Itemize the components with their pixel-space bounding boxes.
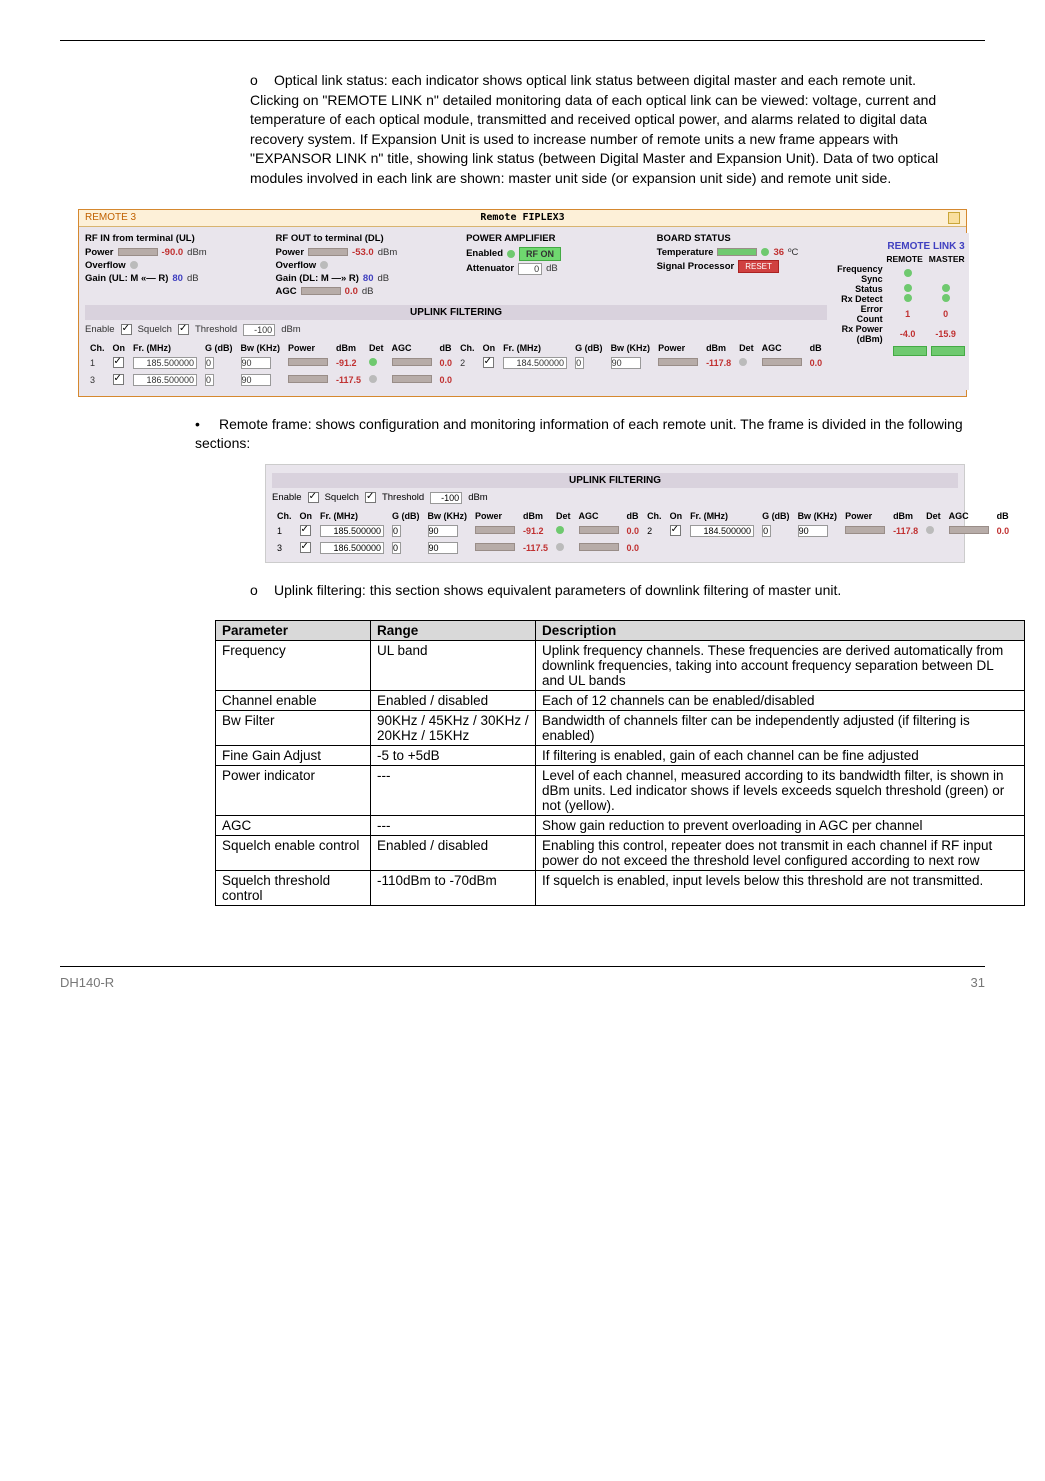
gain-input[interactable]: 0 bbox=[575, 357, 584, 369]
collapse-icon[interactable] bbox=[948, 212, 960, 224]
led-icon bbox=[739, 358, 747, 366]
table-row: 1185.500000090-91.20.0 2184.500000090-11… bbox=[274, 524, 1012, 539]
circle-bullet-icon: o bbox=[250, 71, 274, 91]
panel-titlebar: REMOTE 3 Remote FIPLEX3 bbox=[79, 210, 966, 227]
enable-checkbox[interactable] bbox=[121, 324, 132, 335]
freq-input[interactable]: 184.500000 bbox=[503, 357, 567, 369]
power-bar bbox=[308, 248, 348, 256]
channel-table: Ch.OnFr. (MHz)G (dB)Bw (KHz)PowerdBmDetA… bbox=[85, 340, 827, 390]
table-row: Squelch threshold control-110dBm to -70d… bbox=[216, 871, 1025, 906]
uplink-filtering-paragraph: oUplink filtering: this section shows eq… bbox=[250, 581, 965, 601]
on-checkbox[interactable] bbox=[483, 357, 494, 368]
uplink-mini-panel: UPLINK FILTERING Enable Squelch Threshol… bbox=[265, 464, 965, 563]
led-icon bbox=[320, 261, 328, 269]
panel-title: Remote FIPLEX3 bbox=[480, 212, 564, 223]
remote-link-panel: REMOTE LINK 3 REMOTEMASTER Frequency Syn… bbox=[833, 233, 969, 390]
freq-input[interactable]: 185.500000 bbox=[133, 357, 197, 369]
board-title: BOARD STATUS bbox=[657, 233, 828, 244]
on-checkbox[interactable] bbox=[113, 374, 124, 385]
remote-label: REMOTE 3 bbox=[85, 212, 136, 223]
table-row: 3186.500000090-117.50.0 bbox=[274, 541, 1012, 556]
led-icon bbox=[926, 526, 934, 534]
led-icon bbox=[369, 358, 377, 366]
led-icon bbox=[130, 261, 138, 269]
gain-input[interactable]: 0 bbox=[205, 374, 214, 386]
pa-title: POWER AMPLIFIER bbox=[466, 233, 637, 244]
power-bar bbox=[118, 248, 158, 256]
squelch-checkbox[interactable] bbox=[365, 492, 376, 503]
table-row: FrequencyUL bandUplink frequency channel… bbox=[216, 641, 1025, 691]
led-icon bbox=[904, 284, 912, 292]
table-row: 3186.500000090-117.50.0 bbox=[87, 373, 825, 388]
led-icon bbox=[904, 294, 912, 302]
on-checkbox[interactable] bbox=[300, 542, 311, 553]
channel-table-mini: Ch.OnFr. (MHz)G (dB)Bw (KHz)PowerdBmDetA… bbox=[272, 508, 1014, 558]
table-row: 1185.500000090-91.20.0 2184.500000090-11… bbox=[87, 356, 825, 371]
attenuator-input[interactable]: 0 bbox=[518, 263, 542, 275]
enable-checkbox[interactable] bbox=[308, 492, 319, 503]
doc-id: DH140-R bbox=[60, 975, 114, 990]
remote-link-title[interactable]: REMOTE LINK 3 bbox=[833, 241, 969, 252]
bullet-icon: • bbox=[195, 415, 219, 435]
threshold-input[interactable]: -100 bbox=[430, 492, 462, 504]
remote-panel: REMOTE 3 Remote FIPLEX3 RF IN from termi… bbox=[78, 209, 967, 397]
rfin-title: RF IN from terminal (UL) bbox=[85, 233, 256, 244]
table-row: Channel enableEnabled / disabledEach of … bbox=[216, 691, 1025, 711]
on-checkbox[interactable] bbox=[113, 357, 124, 368]
on-checkbox[interactable] bbox=[300, 525, 311, 536]
page-footer: DH140-R 31 bbox=[60, 966, 985, 990]
led-icon bbox=[369, 375, 377, 383]
led-icon bbox=[904, 269, 912, 277]
agc-bar bbox=[301, 287, 341, 295]
optical-link-paragraph: oOptical link status: each indicator sho… bbox=[250, 71, 965, 189]
bw-select[interactable]: 90 bbox=[241, 374, 271, 386]
rfout-title: RF OUT to terminal (DL) bbox=[276, 233, 447, 244]
on-checkbox[interactable] bbox=[670, 525, 681, 536]
bw-select[interactable]: 90 bbox=[241, 357, 271, 369]
link-bar bbox=[893, 346, 927, 356]
table-row: Fine Gain Adjust-5 to +5dBIf filtering i… bbox=[216, 746, 1025, 766]
led-icon bbox=[942, 294, 950, 302]
temp-bar bbox=[717, 248, 757, 256]
gain-input[interactable]: 0 bbox=[205, 357, 214, 369]
table-row: AGC---Show gain reduction to prevent ove… bbox=[216, 816, 1025, 836]
threshold-input[interactable]: -100 bbox=[243, 324, 275, 336]
page-number: 31 bbox=[971, 975, 985, 990]
uplink-banner: UPLINK FILTERING bbox=[85, 305, 827, 320]
led-icon bbox=[761, 248, 769, 256]
squelch-checkbox[interactable] bbox=[178, 324, 189, 335]
reset-button[interactable]: RESET bbox=[738, 260, 779, 273]
freq-input[interactable]: 186.500000 bbox=[133, 374, 197, 386]
link-bar bbox=[931, 346, 965, 356]
table-row: Power indicator---Level of each channel,… bbox=[216, 766, 1025, 816]
led-icon bbox=[556, 543, 564, 551]
parameter-table: Parameter Range Description FrequencyUL … bbox=[215, 620, 1025, 906]
table-row: Bw Filter90KHz / 45KHz / 30KHz / 20KHz /… bbox=[216, 711, 1025, 746]
table-row: Squelch enable controlEnabled / disabled… bbox=[216, 836, 1025, 871]
rf-on-button[interactable]: RF ON bbox=[519, 247, 561, 261]
led-icon bbox=[942, 284, 950, 292]
circle-bullet-icon: o bbox=[250, 581, 274, 601]
led-icon bbox=[556, 526, 564, 534]
remote-frame-paragraph: •Remote frame: shows configuration and m… bbox=[195, 415, 965, 454]
bw-select[interactable]: 90 bbox=[611, 357, 641, 369]
led-icon bbox=[507, 250, 515, 258]
